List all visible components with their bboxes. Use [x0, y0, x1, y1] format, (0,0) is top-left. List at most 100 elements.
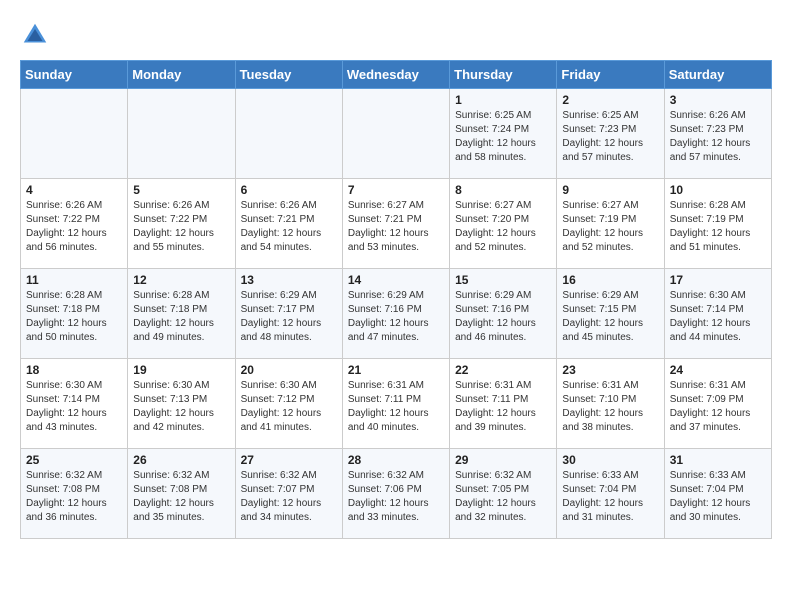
day-number: 7 [348, 183, 444, 197]
calendar-cell: 28 Sunrise: 6:32 AM Sunset: 7:06 PM Dayli… [342, 449, 449, 539]
day-info: Sunrise: 6:28 AM Sunset: 7:18 PM Dayligh… [26, 289, 122, 345]
calendar-cell: 14 Sunrise: 6:29 AM Sunset: 7:16 PM Dayli… [342, 269, 449, 359]
day-info: Sunrise: 6:28 AM Sunset: 7:19 PM Dayligh… [670, 199, 766, 255]
day-of-week-header: Monday [128, 61, 235, 89]
day-of-week-header: Sunday [21, 61, 128, 89]
day-info: Sunrise: 6:29 AM Sunset: 7:15 PM Dayligh… [562, 289, 658, 345]
day-number: 9 [562, 183, 658, 197]
calendar-header-row: SundayMondayTuesdayWednesdayThursdayFrid… [21, 61, 772, 89]
calendar-cell: 13 Sunrise: 6:29 AM Sunset: 7:17 PM Dayli… [235, 269, 342, 359]
day-number: 29 [455, 453, 551, 467]
day-number: 13 [241, 273, 337, 287]
calendar-week-row: 25 Sunrise: 6:32 AM Sunset: 7:08 PM Dayli… [21, 449, 772, 539]
calendar-cell: 2 Sunrise: 6:25 AM Sunset: 7:23 PM Daylig… [557, 89, 664, 179]
day-number: 31 [670, 453, 766, 467]
calendar-cell: 21 Sunrise: 6:31 AM Sunset: 7:11 PM Dayli… [342, 359, 449, 449]
logo [20, 20, 54, 50]
day-number: 15 [455, 273, 551, 287]
calendar-cell [342, 89, 449, 179]
day-info: Sunrise: 6:30 AM Sunset: 7:13 PM Dayligh… [133, 379, 229, 435]
calendar-cell: 17 Sunrise: 6:30 AM Sunset: 7:14 PM Dayli… [664, 269, 771, 359]
calendar-cell [235, 89, 342, 179]
day-info: Sunrise: 6:27 AM Sunset: 7:21 PM Dayligh… [348, 199, 444, 255]
day-of-week-header: Saturday [664, 61, 771, 89]
day-info: Sunrise: 6:26 AM Sunset: 7:22 PM Dayligh… [26, 199, 122, 255]
day-number: 22 [455, 363, 551, 377]
day-info: Sunrise: 6:29 AM Sunset: 7:16 PM Dayligh… [455, 289, 551, 345]
day-number: 25 [26, 453, 122, 467]
day-number: 26 [133, 453, 229, 467]
day-info: Sunrise: 6:30 AM Sunset: 7:12 PM Dayligh… [241, 379, 337, 435]
calendar-cell: 8Sunrise: 6:27 AM Sunset: 7:20 PM Daylig… [450, 179, 557, 269]
day-info: Sunrise: 6:30 AM Sunset: 7:14 PM Dayligh… [26, 379, 122, 435]
day-of-week-header: Wednesday [342, 61, 449, 89]
calendar-cell: 31Sunrise: 6:33 AM Sunset: 7:04 PM Dayli… [664, 449, 771, 539]
day-number: 12 [133, 273, 229, 287]
calendar-week-row: 1Sunrise: 6:25 AM Sunset: 7:24 PM Daylig… [21, 89, 772, 179]
day-info: Sunrise: 6:26 AM Sunset: 7:23 PM Dayligh… [670, 109, 766, 165]
calendar-week-row: 18 Sunrise: 6:30 AM Sunset: 7:14 PM Dayli… [21, 359, 772, 449]
day-info: Sunrise: 6:30 AM Sunset: 7:14 PM Dayligh… [670, 289, 766, 345]
calendar-cell: 1Sunrise: 6:25 AM Sunset: 7:24 PM Daylig… [450, 89, 557, 179]
calendar-cell: 22 Sunrise: 6:31 AM Sunset: 7:11 PM Dayli… [450, 359, 557, 449]
calendar-cell: 29 Sunrise: 6:32 AM Sunset: 7:05 PM Dayli… [450, 449, 557, 539]
calendar-cell: 9Sunrise: 6:27 AM Sunset: 7:19 PM Daylig… [557, 179, 664, 269]
day-info: Sunrise: 6:33 AM Sunset: 7:04 PM Dayligh… [562, 469, 658, 525]
day-info: Sunrise: 6:31 AM Sunset: 7:10 PM Dayligh… [562, 379, 658, 435]
day-info: Sunrise: 6:31 AM Sunset: 7:09 PM Dayligh… [670, 379, 766, 435]
day-number: 10 [670, 183, 766, 197]
calendar-cell: 20 Sunrise: 6:30 AM Sunset: 7:12 PM Dayli… [235, 359, 342, 449]
calendar-cell: 5 Sunrise: 6:26 AM Sunset: 7:22 PM Daylig… [128, 179, 235, 269]
calendar-cell: 24 Sunrise: 6:31 AM Sunset: 7:09 PM Dayli… [664, 359, 771, 449]
day-info: Sunrise: 6:26 AM Sunset: 7:22 PM Dayligh… [133, 199, 229, 255]
day-info: Sunrise: 6:32 AM Sunset: 7:06 PM Dayligh… [348, 469, 444, 525]
day-info: Sunrise: 6:27 AM Sunset: 7:20 PM Dayligh… [455, 199, 551, 255]
calendar-week-row: 11 Sunrise: 6:28 AM Sunset: 7:18 PM Dayli… [21, 269, 772, 359]
calendar-cell: 26 Sunrise: 6:32 AM Sunset: 7:08 PM Dayli… [128, 449, 235, 539]
logo-icon [20, 20, 50, 50]
day-number: 27 [241, 453, 337, 467]
day-number: 3 [670, 93, 766, 107]
day-number: 17 [670, 273, 766, 287]
day-info: Sunrise: 6:26 AM Sunset: 7:21 PM Dayligh… [241, 199, 337, 255]
calendar-cell: 19Sunrise: 6:30 AM Sunset: 7:13 PM Dayli… [128, 359, 235, 449]
calendar-cell: 30 Sunrise: 6:33 AM Sunset: 7:04 PM Dayli… [557, 449, 664, 539]
day-info: Sunrise: 6:29 AM Sunset: 7:16 PM Dayligh… [348, 289, 444, 345]
calendar-week-row: 4 Sunrise: 6:26 AM Sunset: 7:22 PM Daylig… [21, 179, 772, 269]
day-number: 23 [562, 363, 658, 377]
calendar-cell: 4 Sunrise: 6:26 AM Sunset: 7:22 PM Daylig… [21, 179, 128, 269]
calendar-cell: 18 Sunrise: 6:30 AM Sunset: 7:14 PM Dayli… [21, 359, 128, 449]
day-number: 30 [562, 453, 658, 467]
day-number: 24 [670, 363, 766, 377]
day-info: Sunrise: 6:28 AM Sunset: 7:18 PM Dayligh… [133, 289, 229, 345]
day-info: Sunrise: 6:31 AM Sunset: 7:11 PM Dayligh… [455, 379, 551, 435]
day-number: 14 [348, 273, 444, 287]
day-number: 11 [26, 273, 122, 287]
day-of-week-header: Friday [557, 61, 664, 89]
day-number: 5 [133, 183, 229, 197]
calendar-table: SundayMondayTuesdayWednesdayThursdayFrid… [20, 60, 772, 539]
calendar-cell: 12 Sunrise: 6:28 AM Sunset: 7:18 PM Dayli… [128, 269, 235, 359]
calendar-cell: 11 Sunrise: 6:28 AM Sunset: 7:18 PM Dayli… [21, 269, 128, 359]
day-number: 6 [241, 183, 337, 197]
day-number: 2 [562, 93, 658, 107]
day-number: 16 [562, 273, 658, 287]
day-info: Sunrise: 6:32 AM Sunset: 7:08 PM Dayligh… [133, 469, 229, 525]
day-info: Sunrise: 6:32 AM Sunset: 7:05 PM Dayligh… [455, 469, 551, 525]
day-of-week-header: Thursday [450, 61, 557, 89]
day-number: 20 [241, 363, 337, 377]
day-number: 21 [348, 363, 444, 377]
calendar-cell [21, 89, 128, 179]
day-info: Sunrise: 6:29 AM Sunset: 7:17 PM Dayligh… [241, 289, 337, 345]
calendar-cell: 7 Sunrise: 6:27 AM Sunset: 7:21 PM Daylig… [342, 179, 449, 269]
calendar-cell: 25Sunrise: 6:32 AM Sunset: 7:08 PM Dayli… [21, 449, 128, 539]
page-header [20, 20, 772, 50]
calendar-cell: 15 Sunrise: 6:29 AM Sunset: 7:16 PM Dayli… [450, 269, 557, 359]
day-number: 18 [26, 363, 122, 377]
calendar-cell: 16 Sunrise: 6:29 AM Sunset: 7:15 PM Dayli… [557, 269, 664, 359]
day-info: Sunrise: 6:25 AM Sunset: 7:23 PM Dayligh… [562, 109, 658, 165]
day-number: 4 [26, 183, 122, 197]
day-number: 28 [348, 453, 444, 467]
day-number: 1 [455, 93, 551, 107]
day-info: Sunrise: 6:31 AM Sunset: 7:11 PM Dayligh… [348, 379, 444, 435]
